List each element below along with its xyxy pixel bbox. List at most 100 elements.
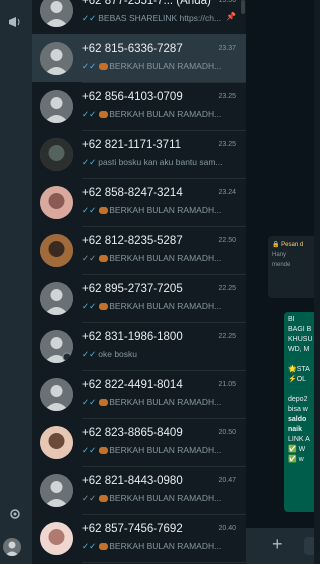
chat-time: 15:56 bbox=[218, 0, 236, 4]
chat-list: +62 877-2551-7... (Anda) 15:56 ✓✓ BEBAS SHA… bbox=[32, 0, 246, 564]
bubble-line: ✅ w bbox=[288, 456, 304, 463]
chat-message-text: BERKAH BULAN RAMADH... bbox=[109, 540, 222, 551]
pin-icon: 📌 bbox=[226, 11, 236, 21]
read-receipt-icon: ✓✓ bbox=[82, 348, 97, 359]
chat-row-body: +62 857-7456-7692 20.40 ✓✓ BERKAH BULAN RAM… bbox=[82, 514, 246, 563]
emoji-icon bbox=[99, 398, 109, 406]
attach-plus-icon[interactable]: + bbox=[272, 534, 283, 555]
chat-time: 23.24 bbox=[218, 188, 236, 196]
chat-last-message: ✓✓ BERKAH BULAN RAMADH... bbox=[82, 541, 230, 552]
bubble-line: naik bbox=[288, 426, 303, 433]
read-receipt-icon: ✓✓ bbox=[82, 156, 97, 167]
chat-name: +62 823-8865-8409 bbox=[82, 426, 183, 439]
chat-row-body: +62 822-4491-8014 21.05 ✓✓ BERKAH BULAN RAM… bbox=[82, 370, 246, 419]
chat-time: 20.40 bbox=[218, 524, 236, 532]
chat-time: 22.25 bbox=[218, 332, 236, 340]
chat-row[interactable]: +62 858-8247-3214 23.24 ✓✓ BERKAH BULAN RAM… bbox=[32, 178, 246, 227]
encryption-notice: 🔒 Pesan d Hany mende bbox=[268, 236, 314, 298]
chat-time: 20.47 bbox=[218, 476, 236, 484]
emoji-icon bbox=[99, 206, 109, 214]
chat-name: +62 856-4103-0709 bbox=[82, 90, 183, 103]
conversation-pane: 🔒 Pesan d Hany mende BI BAGI B KHUSU WD,… bbox=[246, 0, 314, 564]
settings-icon[interactable] bbox=[3, 502, 27, 526]
chat-name: +62 822-4491-8014 bbox=[82, 378, 183, 391]
bubble-line: BI bbox=[288, 316, 295, 323]
chat-last-message: ✓✓ BERKAH BULAN RAMADH... bbox=[82, 397, 230, 408]
chat-last-message: ✓✓ BERKAH BULAN RAMADH... bbox=[82, 301, 230, 312]
read-receipt-icon: ✓✓ bbox=[82, 252, 97, 263]
chat-last-message: ✓✓ oke bosku bbox=[82, 349, 230, 360]
read-receipt-icon: ✓✓ bbox=[82, 300, 97, 311]
chat-row[interactable]: +62 812-8235-5287 22.50 ✓✓ BERKAH BULAN RAM… bbox=[32, 226, 246, 275]
chat-row-body: +62 821-1171-3711 23.25 ✓✓ pasti bosku kan … bbox=[82, 130, 246, 179]
chat-row[interactable]: +62 821-1171-3711 23.25 ✓✓ pasti bosku kan … bbox=[32, 130, 246, 179]
chat-message-text: oke bosku bbox=[98, 348, 137, 359]
chat-message-text: BEBAS SHARELINK https://ch... bbox=[98, 12, 222, 23]
profile-avatar[interactable] bbox=[3, 538, 21, 556]
chat-time: 23.37 bbox=[218, 44, 236, 52]
chat-row[interactable]: +62 877-2551-7... (Anda) 15:56 ✓✓ BEBAS SHA… bbox=[32, 0, 246, 35]
read-receipt-icon: ✓✓ bbox=[82, 204, 97, 215]
chat-name: +62 857-7456-7692 bbox=[82, 522, 183, 535]
chat-time: 21.05 bbox=[218, 380, 236, 388]
chat-row[interactable]: +62 831-1986-1800 22.25 ✓✓ oke bosku bbox=[32, 322, 246, 371]
chat-message-text: BERKAH BULAN RAMADH... bbox=[109, 60, 222, 71]
chat-row[interactable]: +62 821-8443-0980 20.47 ✓✓ BERKAH BULAN RAM… bbox=[32, 466, 246, 515]
chat-name: +62 812-8235-5287 bbox=[82, 234, 183, 247]
chat-last-message: ✓✓ BERKAH BULAN RAMADH... bbox=[82, 109, 230, 120]
chat-avatar bbox=[40, 41, 73, 75]
chat-avatar bbox=[40, 329, 73, 363]
bubble-line: 🌟STA bbox=[288, 366, 310, 373]
bubble-line: KHUSU bbox=[288, 336, 313, 343]
chat-name: +62 821-1171-3711 bbox=[82, 138, 182, 151]
emoji-icon bbox=[99, 254, 109, 262]
chat-row-body: +62 823-8865-8409 20.50 ✓✓ BERKAH BULAN RAM… bbox=[82, 418, 246, 467]
read-receipt-icon: ✓✓ bbox=[82, 108, 97, 119]
chat-message-text: BERKAH BULAN RAMADH... bbox=[109, 444, 222, 455]
read-receipt-icon: ✓✓ bbox=[82, 396, 97, 407]
chat-last-message: ✓✓ BERKAH BULAN RAMADH... bbox=[82, 493, 230, 504]
chat-last-message: ✓✓ BEBAS SHARELINK https://ch... bbox=[82, 13, 230, 24]
bubble-line: depo2 bbox=[288, 396, 308, 403]
chat-time: 22.50 bbox=[218, 236, 236, 244]
chat-name: +62 815-6336-7287 bbox=[82, 42, 183, 55]
chat-message-text: BERKAH BULAN RAMADH... bbox=[109, 396, 222, 407]
read-receipt-icon: ✓✓ bbox=[82, 60, 97, 71]
chat-name: +62 821-8443-0980 bbox=[82, 474, 183, 487]
bubble-line: WD, M bbox=[288, 346, 310, 353]
bubble-line: saldo bbox=[288, 416, 307, 423]
chat-row[interactable]: +62 822-4491-8014 21.05 ✓✓ BERKAH BULAN RAM… bbox=[32, 370, 246, 419]
chat-message-text: BERKAH BULAN RAMADH... bbox=[109, 108, 222, 119]
chat-avatar bbox=[40, 521, 73, 555]
chat-row-body: +62 815-6336-7287 23.37 ✓✓ BERKAH BULAN RAM… bbox=[82, 34, 246, 83]
message-bubble[interactable]: BI BAGI B KHUSU WD, M 🌟STA ⚡OL depo2 bis… bbox=[284, 312, 314, 512]
chat-row[interactable]: +62 815-6336-7287 23.37 ✓✓ BERKAH BULAN RAM… bbox=[32, 34, 246, 83]
chat-message-text: BERKAH BULAN RAMADH... bbox=[109, 252, 222, 263]
chat-row-body: +62 858-8247-3214 23.24 ✓✓ BERKAH BULAN RAM… bbox=[82, 178, 246, 227]
chat-avatar bbox=[40, 89, 73, 123]
chat-row[interactable]: +62 856-4103-0709 23.25 ✓✓ BERKAH BULAN RAM… bbox=[32, 82, 246, 131]
chat-row-body: +62 895-2737-7205 22.25 ✓✓ BERKAH BULAN RAM… bbox=[82, 274, 246, 323]
nav-rail bbox=[0, 0, 32, 564]
message-input[interactable] bbox=[304, 537, 314, 555]
chat-row[interactable]: +62 857-7456-7692 20.40 ✓✓ BERKAH BULAN RAM… bbox=[32, 514, 246, 563]
notice-line-2: Hany bbox=[272, 252, 287, 258]
emoji-icon bbox=[99, 542, 109, 550]
chat-time: 23.25 bbox=[218, 140, 236, 148]
read-receipt-icon: ✓✓ bbox=[82, 444, 97, 455]
chat-name: +62 831-1986-1800 bbox=[82, 330, 183, 343]
chat-time: 22.25 bbox=[218, 284, 236, 292]
chat-message-text: pasti bosku kan aku bantu sam... bbox=[98, 156, 223, 167]
chat-avatar bbox=[40, 0, 73, 27]
bubble-line: bisa w bbox=[288, 406, 308, 413]
bubble-line: LINK A bbox=[288, 436, 310, 443]
chat-row[interactable]: +62 895-2737-7205 22.25 ✓✓ BERKAH BULAN RAM… bbox=[32, 274, 246, 323]
communities-icon[interactable] bbox=[3, 10, 27, 34]
chat-message-text: BERKAH BULAN RAMADH... bbox=[109, 300, 222, 311]
notice-line-3: mende bbox=[272, 262, 291, 268]
chat-time: 20.50 bbox=[218, 428, 236, 436]
chat-row[interactable]: +62 823-8865-8409 20.50 ✓✓ BERKAH BULAN RAM… bbox=[32, 418, 246, 467]
bubble-line: BAGI B bbox=[288, 326, 312, 333]
emoji-icon bbox=[99, 110, 109, 118]
emoji-icon bbox=[99, 62, 109, 70]
